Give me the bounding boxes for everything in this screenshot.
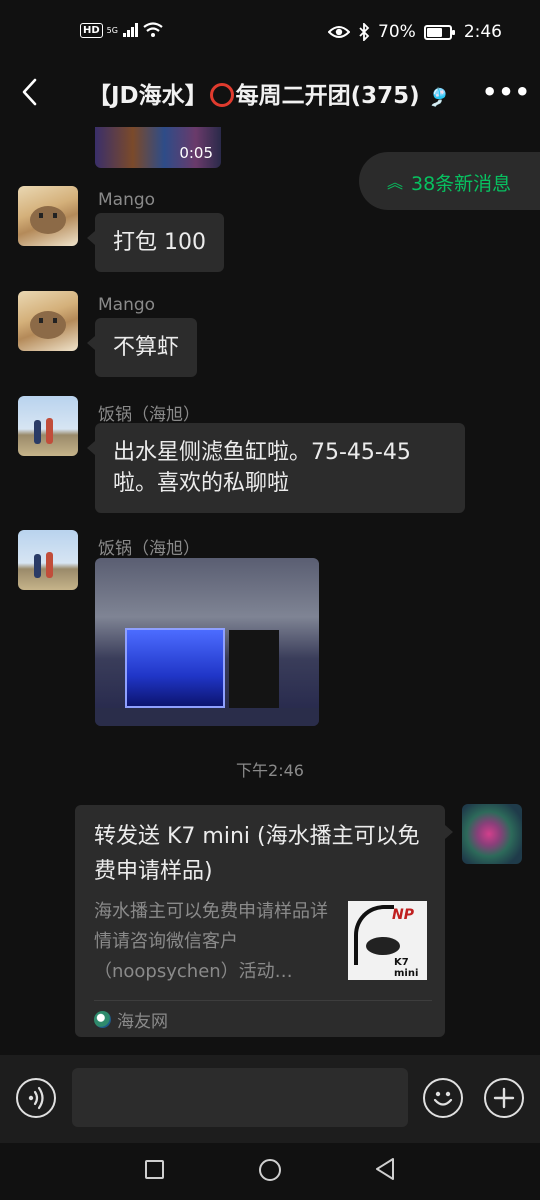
battery-percent: 70% bbox=[378, 22, 416, 42]
back-arrow-icon[interactable] bbox=[16, 74, 46, 110]
plus-icon bbox=[493, 1087, 515, 1109]
hd-badge: HD bbox=[80, 22, 103, 38]
thumbnail-brand: NP bbox=[392, 907, 414, 923]
eye-icon bbox=[328, 26, 351, 38]
message-bubble[interactable]: 出水星侧滤鱼缸啦。75-45-45啦。喜欢的私聊啦 bbox=[87, 423, 465, 513]
avatar[interactable] bbox=[18, 291, 78, 351]
title-suffix: 每周二开团(375) bbox=[235, 83, 420, 109]
input-bar bbox=[0, 1055, 540, 1143]
smiley-icon bbox=[433, 1091, 453, 1106]
status-right: 70% 2:46 bbox=[328, 22, 502, 42]
title-trailing-emoji: 🎐 bbox=[427, 87, 451, 108]
red-circle-icon bbox=[209, 83, 234, 107]
new-messages-label: 38条新消息 bbox=[411, 173, 512, 195]
image-message[interactable] bbox=[95, 558, 319, 726]
group-title[interactable]: 【JD海水】 每周二开团(375) 🎐 bbox=[88, 76, 463, 110]
title-prefix: 【JD海水】 bbox=[88, 83, 208, 109]
signal-icon bbox=[122, 23, 138, 37]
status-bar: HD 5G 70% 2:46 bbox=[0, 0, 540, 64]
shared-link-card[interactable]: 转发送 K7 mini (海水播主可以免费申请样品) 海水播主可以免费申请样品详… bbox=[75, 805, 453, 1037]
home-button[interactable] bbox=[259, 1159, 281, 1181]
nav-back-icon[interactable] bbox=[373, 1156, 397, 1182]
bluetooth-icon bbox=[359, 23, 370, 41]
wifi-icon bbox=[142, 22, 163, 37]
system-nav-bar bbox=[0, 1143, 540, 1200]
sender-name: Mango bbox=[98, 190, 156, 210]
source-name: 海友网 bbox=[117, 1012, 168, 1032]
network-label: 5G bbox=[106, 25, 118, 35]
more-actions-button[interactable] bbox=[484, 1078, 524, 1118]
message-bubble[interactable]: 不算虾 bbox=[86, 318, 198, 377]
voice-icon bbox=[28, 1086, 44, 1110]
thumbnail-model: K7 mini bbox=[394, 957, 419, 979]
my-avatar[interactable] bbox=[462, 804, 522, 864]
more-options-button[interactable]: ••• bbox=[482, 78, 531, 106]
card-title: 转发送 K7 mini (海水播主可以免费申请样品) bbox=[94, 824, 420, 884]
sender-name: 饭锅（海旭） bbox=[98, 539, 200, 559]
card-thumbnail: NP K7 mini bbox=[348, 901, 427, 980]
video-duration: 0:05 bbox=[179, 144, 213, 162]
sender-name: 饭锅（海旭） bbox=[98, 405, 200, 425]
source-logo-icon bbox=[94, 1011, 111, 1028]
sender-name: Mango bbox=[98, 295, 156, 315]
chat-header: 【JD海水】 每周二开团(375) 🎐 ••• bbox=[0, 64, 540, 120]
message-input[interactable] bbox=[72, 1068, 408, 1127]
card-description: 海水播主可以免费申请样品详情请咨询微信客户（noopsychen）活动… bbox=[94, 901, 328, 982]
avatar[interactable] bbox=[18, 186, 78, 246]
emoji-button[interactable] bbox=[423, 1078, 463, 1118]
message-timestamp: 下午2:46 bbox=[236, 761, 304, 780]
double-up-arrow-icon: ︽ bbox=[387, 173, 404, 192]
card-divider bbox=[94, 1000, 432, 1001]
video-message-thumbnail[interactable]: 0:05 bbox=[95, 127, 221, 168]
card-source: 海友网 bbox=[94, 1007, 168, 1032]
message-list[interactable]: 0:05 ︽ 38条新消息 Mango 打包 100 Mango 不算虾 饭锅（… bbox=[0, 120, 540, 1055]
avatar[interactable] bbox=[18, 530, 78, 590]
recents-button[interactable] bbox=[145, 1160, 164, 1179]
new-messages-button[interactable]: ︽ 38条新消息 bbox=[359, 152, 540, 210]
clock: 2:46 bbox=[463, 22, 502, 42]
status-left: HD 5G bbox=[80, 22, 163, 38]
voice-button[interactable] bbox=[16, 1078, 56, 1118]
message-bubble[interactable]: 打包 100 bbox=[87, 213, 224, 272]
avatar[interactable] bbox=[18, 396, 78, 456]
battery-icon bbox=[423, 24, 455, 40]
